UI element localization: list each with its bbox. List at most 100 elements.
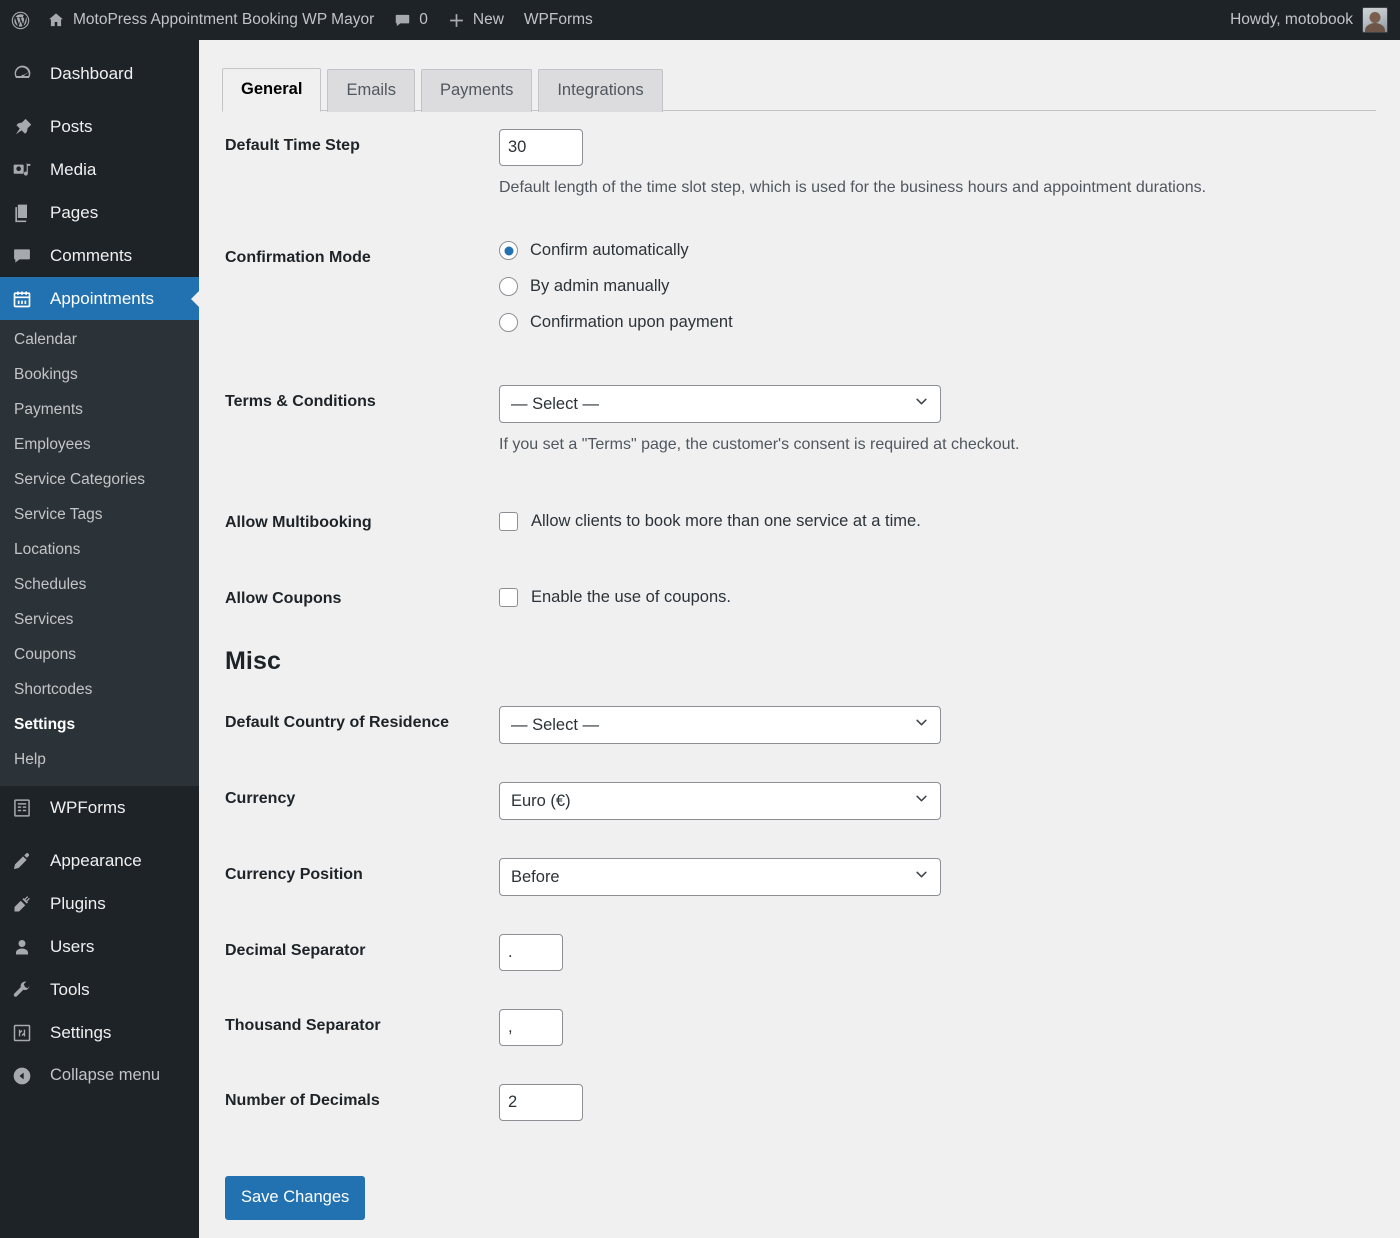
field-description: Default length of the time slot step, wh…: [499, 179, 1207, 196]
field-label: Default Country of Residence: [225, 714, 450, 731]
sidebar-item-appointments[interactable]: Appointments: [0, 277, 199, 320]
sidebar-subitem-service-categories[interactable]: Service Categories: [0, 462, 199, 497]
sidebar-item-label: Pages: [50, 202, 99, 222]
sidebar-subitem-service-tags[interactable]: Service Tags: [0, 497, 199, 532]
sidebar-item-plugins[interactable]: Plugins: [0, 882, 199, 925]
thousand-separator-input[interactable]: [499, 1009, 563, 1046]
sidebar-subitem-schedules[interactable]: Schedules: [0, 567, 199, 602]
sidebar-item-settings[interactable]: Settings: [0, 1011, 199, 1054]
howdy-label: Howdy, motobook: [1230, 11, 1353, 28]
field-label: Currency Position: [225, 866, 363, 883]
field-label: Default Time Step: [225, 137, 360, 154]
tab-integrations[interactable]: Integrations: [538, 69, 663, 112]
multibooking-checkbox-row[interactable]: Allow clients to book more than one serv…: [499, 506, 1400, 531]
tab-payments[interactable]: Payments: [420, 69, 533, 112]
field-default-country: Default Country of Residence — Select —: [225, 706, 1400, 744]
radio-confirm-automatically[interactable]: Confirm automatically: [499, 241, 1400, 260]
comment-bubble-icon: [12, 246, 44, 266]
sidebar-item-label: Posts: [50, 116, 93, 136]
submit-area: Save Changes: [199, 1176, 1400, 1220]
radio-label: Confirm automatically: [530, 241, 689, 259]
field-currency-position: Currency Position Before: [225, 858, 1400, 896]
save-changes-button[interactable]: Save Changes: [225, 1176, 366, 1220]
sidebar-subitem-help[interactable]: Help: [0, 742, 199, 777]
sidebar-subitem-locations[interactable]: Locations: [0, 532, 199, 567]
terms-page-select[interactable]: — Select —: [499, 385, 941, 423]
radio-label: By admin manually: [530, 277, 670, 295]
tab-emails[interactable]: Emails: [327, 69, 415, 112]
wordpress-logo-button[interactable]: [0, 0, 37, 40]
sidebar-item-label: Comments: [50, 245, 133, 265]
admin-sidebar: Dashboard Posts Media Pages Comments App…: [0, 40, 199, 1238]
sidebar-item-label: WPForms: [50, 797, 126, 817]
field-label: Allow Coupons: [225, 590, 342, 607]
sidebar-subitem-bookings[interactable]: Bookings: [0, 357, 199, 392]
chevron-down-icon: [914, 715, 929, 735]
wpforms-label: WPForms: [523, 11, 593, 28]
chevron-down-icon: [914, 394, 929, 414]
sidebar-item-comments[interactable]: Comments: [0, 234, 199, 277]
collapse-menu-button[interactable]: Collapse menu: [0, 1054, 199, 1097]
comment-bubble-icon: [394, 12, 411, 29]
new-content-menu[interactable]: New: [438, 0, 514, 40]
field-confirmation-mode: Confirmation Mode Confirm automatically …: [225, 241, 1400, 332]
checkbox-label: Allow clients to book more than one serv…: [531, 512, 921, 530]
sidebar-item-label: Dashboard: [50, 63, 134, 83]
sidebar-subitem-payments[interactable]: Payments: [0, 392, 199, 427]
general-settings-form: Default Time Step Default length of the …: [199, 129, 1400, 608]
sidebar-item-users[interactable]: Users: [0, 925, 199, 968]
decimal-separator-input[interactable]: [499, 934, 563, 971]
sidebar-item-dashboard[interactable]: Dashboard: [0, 52, 199, 95]
sidebar-item-appearance[interactable]: Appearance: [0, 839, 199, 882]
brush-icon: [12, 851, 44, 871]
main-content: General Emails Payments Integrations Def…: [199, 40, 1400, 1238]
sidebar-subitem-calendar[interactable]: Calendar: [0, 322, 199, 357]
settings-icon: [12, 1023, 44, 1043]
user-icon: [12, 937, 44, 957]
sidebar-item-pages[interactable]: Pages: [0, 191, 199, 234]
sidebar-subitem-employees[interactable]: Employees: [0, 427, 199, 462]
sidebar-subitem-settings[interactable]: Settings: [0, 707, 199, 742]
field-allow-multibooking: Allow Multibooking Allow clients to book…: [225, 506, 1400, 532]
site-name-menu[interactable]: MotoPress Appointment Booking WP Mayor: [37, 0, 384, 40]
plus-icon: [448, 12, 465, 29]
radio-indicator: [499, 277, 518, 296]
coupons-checkbox-row[interactable]: Enable the use of coupons.: [499, 582, 1400, 607]
select-value: Euro (€): [511, 791, 571, 810]
radio-by-admin-manually[interactable]: By admin manually: [499, 277, 1400, 296]
currency-select[interactable]: Euro (€): [499, 782, 941, 820]
sidebar-subitem-services[interactable]: Services: [0, 602, 199, 637]
field-label: Terms & Conditions: [225, 393, 376, 410]
field-label: Number of Decimals: [225, 1092, 380, 1109]
sidebar-item-wpforms[interactable]: WPForms: [0, 786, 199, 829]
checkbox-indicator: [499, 512, 518, 531]
field-terms-conditions: Terms & Conditions — Select — If you set…: [225, 385, 1400, 454]
field-label: Thousand Separator: [225, 1017, 381, 1034]
collapse-arrow-icon: [12, 1066, 44, 1086]
media-icon: [12, 160, 44, 180]
default-country-select[interactable]: — Select —: [499, 706, 941, 744]
field-label: Decimal Separator: [225, 942, 366, 959]
sidebar-divider: [0, 95, 199, 105]
wpforms-menu[interactable]: WPForms: [514, 0, 603, 40]
misc-settings-form: Default Country of Residence — Select — …: [199, 706, 1400, 1121]
new-label: New: [472, 11, 504, 28]
sidebar-item-tools[interactable]: Tools: [0, 968, 199, 1011]
wordpress-logo-icon: [10, 10, 31, 31]
tab-general[interactable]: General: [222, 68, 322, 112]
sidebar-subitem-shortcodes[interactable]: Shortcodes: [0, 672, 199, 707]
my-account-menu[interactable]: Howdy, motobook: [1230, 7, 1400, 33]
sidebar-item-label: Media: [50, 159, 97, 179]
misc-section-heading: Misc: [225, 647, 281, 675]
default-time-step-input[interactable]: [499, 129, 583, 166]
sidebar-subitem-coupons[interactable]: Coupons: [0, 637, 199, 672]
sidebar-item-media[interactable]: Media: [0, 148, 199, 191]
admin-bar: MotoPress Appointment Booking WP Mayor 0…: [0, 0, 1400, 40]
currency-position-select[interactable]: Before: [499, 858, 941, 896]
sidebar-item-label: Tools: [50, 979, 90, 999]
number-of-decimals-input[interactable]: [499, 1084, 583, 1121]
comments-menu[interactable]: 0: [384, 0, 438, 40]
sidebar-item-posts[interactable]: Posts: [0, 105, 199, 148]
radio-confirmation-upon-payment[interactable]: Confirmation upon payment: [499, 313, 1400, 332]
pages-icon: [12, 203, 44, 223]
